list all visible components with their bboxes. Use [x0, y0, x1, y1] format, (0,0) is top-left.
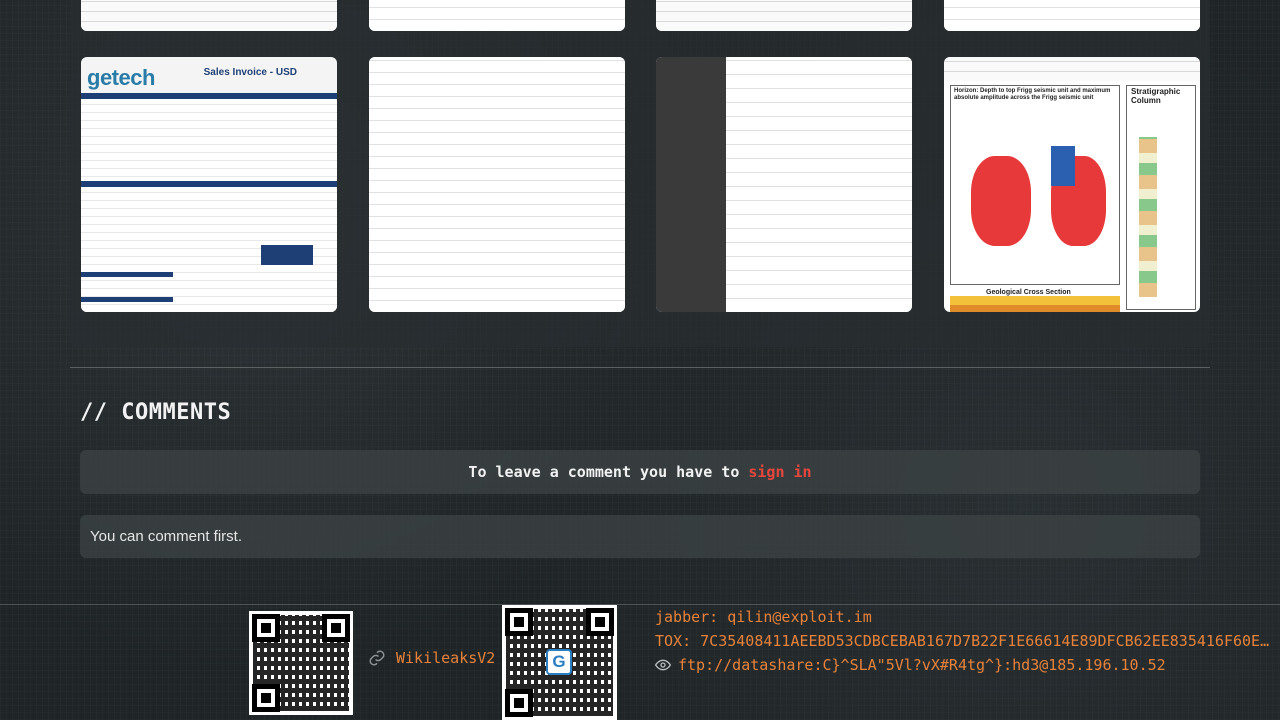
invoice-title: Sales Invoice - USD: [203, 67, 297, 78]
section-divider: [70, 367, 1210, 368]
thumbnail-top-2[interactable]: [369, 0, 625, 31]
wikileaks-label: WikileaksV2: [396, 649, 496, 667]
gallery-panel: getech Sales Invoice - USD Horizon: Dept…: [70, 0, 1210, 347]
geology-stratigraphic-column: Stratigraphic Column: [1126, 85, 1196, 310]
geology-column-heading: Stratigraphic Column: [1131, 87, 1181, 105]
geology-cross-heading: Geological Cross Section: [986, 289, 1071, 296]
empty-comments-text: You can comment first.: [90, 528, 243, 545]
signin-prompt-box: To leave a comment you have to sign in: [80, 450, 1200, 494]
ftp-contact[interactable]: ftp://datashare:C}^SLA"5Vl?vX#R4tg^}:hd3…: [655, 656, 1166, 674]
geology-map: Horizon: Depth to top Frigg seismic unit…: [950, 85, 1120, 285]
qr-code-right: G: [502, 605, 617, 720]
thumbnail-geology[interactable]: Horizon: Depth to top Frigg seismic unit…: [944, 57, 1200, 312]
geology-cross-section: Geological Cross Section: [950, 289, 1120, 312]
jabber-contact[interactable]: jabber: qilin@exploit.im: [655, 608, 872, 626]
thumbnail-top-3[interactable]: [656, 0, 912, 31]
signin-link[interactable]: sign in: [748, 463, 811, 481]
qr-code-left: [249, 611, 353, 715]
eye-icon: [655, 659, 671, 671]
thumbnail-top-4[interactable]: [944, 0, 1200, 31]
thumbnail-ledger-1[interactable]: [369, 57, 625, 312]
thumbnail-ledger-2[interactable]: [656, 57, 912, 312]
link-icon: [369, 650, 385, 666]
invoice-logo: getech: [87, 65, 155, 90]
geology-map-heading: Horizon: Depth to top Frigg seismic unit…: [954, 88, 1111, 101]
thumbnail-invoice[interactable]: getech Sales Invoice - USD: [81, 57, 337, 312]
wikileaks-link[interactable]: WikileaksV2: [368, 649, 495, 667]
tox-contact[interactable]: TOX: 7C35408411AEEBD53CDBCEBAB167D7B22F1…: [655, 632, 1277, 650]
thumbnail-top-1[interactable]: [81, 0, 337, 31]
comments-heading: // COMMENTS: [80, 400, 232, 425]
qr-logo-icon: G: [546, 649, 572, 675]
ftp-text: ftp://datashare:C}^SLA"5Vl?vX#R4tg^}:hd3…: [678, 656, 1166, 674]
empty-comments-box: You can comment first.: [80, 515, 1200, 558]
signin-prompt-text: To leave a comment you have to: [468, 463, 740, 481]
